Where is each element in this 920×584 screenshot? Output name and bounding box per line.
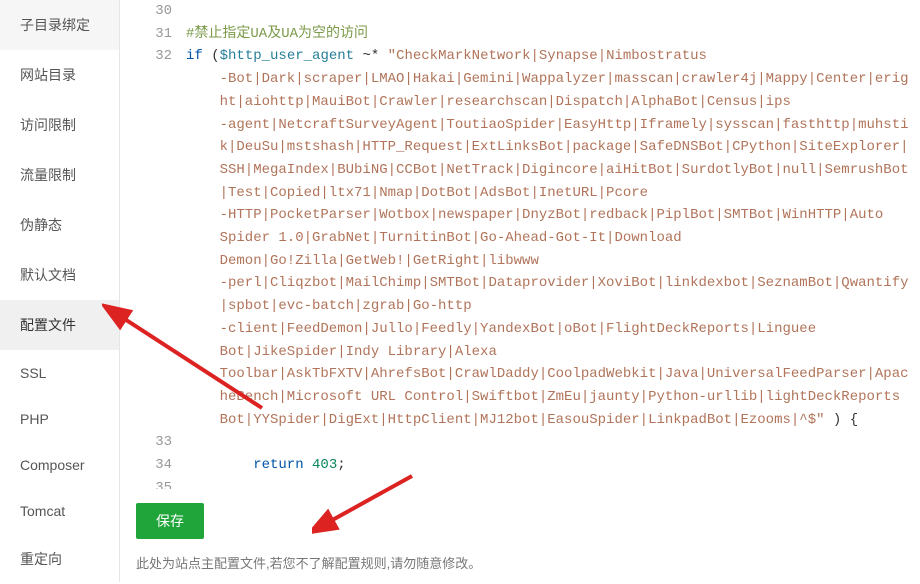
sidebar-item-default-doc[interactable]: 默认文档 (0, 250, 119, 300)
sidebar-item-traffic-limit[interactable]: 流量限制 (0, 150, 119, 200)
sidebar-item-php[interactable]: PHP (0, 396, 119, 442)
sidebar-item-subdir-bind[interactable]: 子目录绑定 (0, 0, 119, 50)
sidebar-item-ssl[interactable]: SSL (0, 350, 119, 396)
sidebar-item-tomcat[interactable]: Tomcat (0, 488, 119, 534)
sidebar-item-access-limit[interactable]: 访问限制 (0, 100, 119, 150)
sidebar-item-rewrite[interactable]: 伪静态 (0, 200, 119, 250)
line-gutter: 30 31 32 33 34 35 (132, 0, 180, 489)
sidebar: 子目录绑定 网站目录 访问限制 流量限制 伪静态 默认文档 配置文件 SSL P… (0, 0, 120, 582)
footer-note: 此处为站点主配置文件,若您不了解配置规则,请勿随意修改。 (132, 549, 920, 582)
code-body[interactable]: #禁止指定UA及UA为空的访问 if ($http_user_agent ~* … (180, 0, 920, 489)
sidebar-item-redirect[interactable]: 重定向 (0, 534, 119, 584)
sidebar-item-site-dir[interactable]: 网站目录 (0, 50, 119, 100)
main-panel: 30 31 32 33 34 35 #禁止指定UA及UA为空的访问 if ($h… (120, 0, 920, 582)
save-button[interactable]: 保存 (136, 503, 204, 539)
sidebar-item-config-file[interactable]: 配置文件 (0, 300, 119, 350)
code-editor[interactable]: 30 31 32 33 34 35 #禁止指定UA及UA为空的访问 if ($h… (132, 0, 920, 489)
sidebar-item-composer[interactable]: Composer (0, 442, 119, 488)
